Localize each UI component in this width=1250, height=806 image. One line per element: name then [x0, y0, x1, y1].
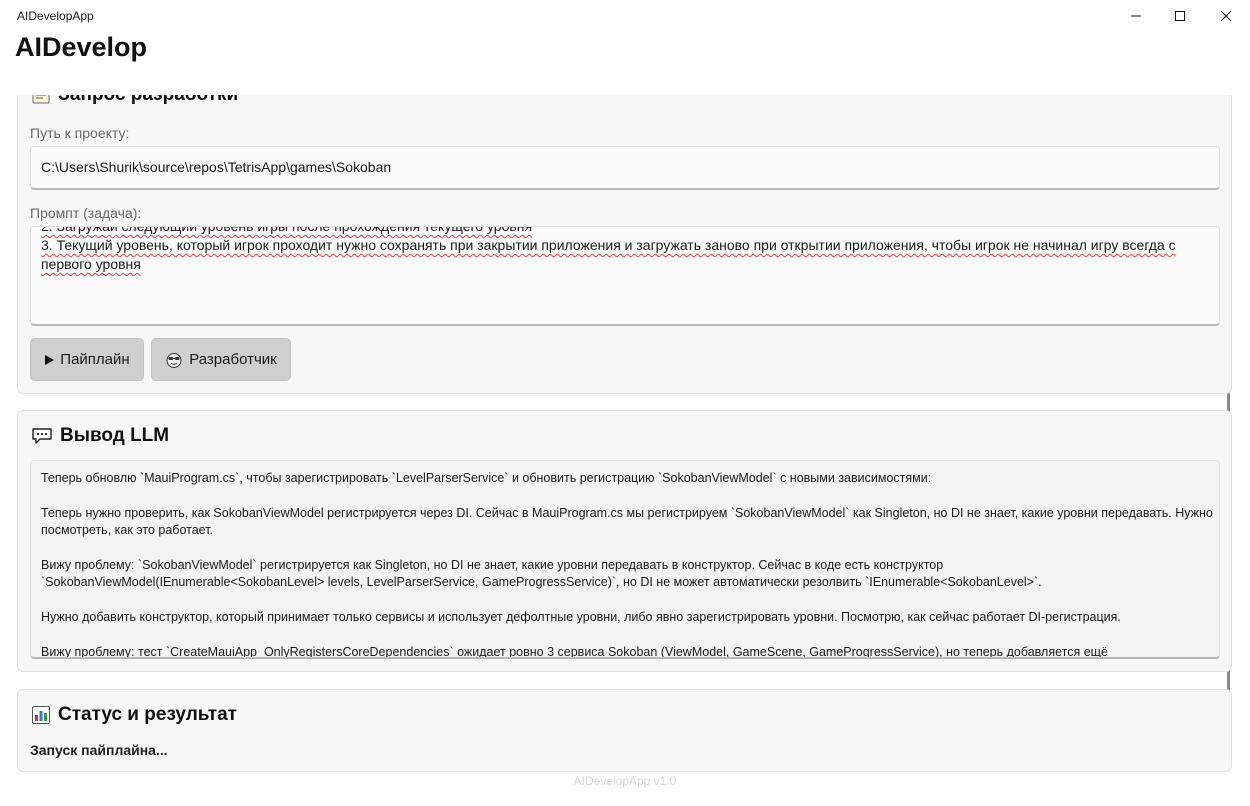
- version-footer: AIDevelopApp v1.0: [573, 774, 677, 788]
- maximize-icon: [1175, 11, 1185, 21]
- pipeline-button[interactable]: Пайплайн: [30, 338, 144, 381]
- speech-bubble-icon: [31, 427, 53, 445]
- status-text: Запуск пайплайна...: [30, 742, 168, 758]
- llm-output-box[interactable]: Теперь обновлю `MauiProgram.cs`, чтобы з…: [30, 460, 1220, 659]
- developer-button-label: Разработчик: [189, 351, 277, 368]
- play-icon: [44, 354, 55, 366]
- main-scroll-area[interactable]: Запрос разработки Путь к проекту: C:\Use…: [0, 95, 1250, 806]
- bar-chart-icon: [31, 705, 51, 725]
- llm-panel-title: Вывод LLM: [60, 425, 170, 446]
- memo-icon: [31, 95, 51, 105]
- prompt-textarea[interactable]: 2. Загружай следующий уровень игры после…: [30, 226, 1220, 326]
- project-path-input[interactable]: C:\Users\Shurik\source\repos\TetrisApp\g…: [30, 146, 1220, 190]
- prompt-label: Промпт (задача):: [30, 205, 142, 221]
- window-titlebar: AIDevelopApp: [0, 0, 1250, 32]
- status-panel: Статус и результат Запуск пайплайна...: [17, 689, 1232, 772]
- project-path-value: C:\Users\Shurik\source\repos\TetrisApp\g…: [41, 159, 392, 175]
- request-panel-header: Запрос разработки: [31, 95, 238, 106]
- close-button[interactable]: [1203, 0, 1249, 32]
- developer-icon: [165, 351, 183, 369]
- window-title: AIDevelopApp: [17, 9, 94, 23]
- status-panel-header: Статус и результат: [31, 704, 237, 726]
- app-title: AIDevelop: [15, 32, 148, 62]
- pipeline-button-label: Пайплайн: [60, 351, 130, 368]
- llm-output-paragraph: Вижу проблему: `SokobanViewModel` регист…: [41, 558, 1042, 589]
- request-panel: Запрос разработки Путь к проекту: C:\Use…: [17, 95, 1232, 394]
- request-panel-title: Запрос разработки: [58, 95, 238, 106]
- llm-output-paragraph: Теперь обновлю `MauiProgram.cs`, чтобы з…: [41, 471, 932, 485]
- llm-output-paragraph: Вижу проблему: тест `CreateMauiApp_OnlyR…: [41, 645, 1108, 659]
- minimize-button[interactable]: [1113, 0, 1159, 32]
- path-label: Путь к проекту:: [30, 125, 130, 141]
- prompt-line: 2. Загружай следующий уровень игры после…: [41, 226, 533, 234]
- llm-output-paragraph: Нужно добавить конструктор, который прин…: [41, 610, 1121, 624]
- prompt-line: 3. Текущий уровень, который игрок проход…: [41, 237, 1176, 272]
- prompt-text: 2. Загружай следующий уровень игры после…: [41, 226, 1211, 274]
- close-icon: [1220, 10, 1232, 22]
- llm-panel-header: Вывод LLM: [31, 425, 169, 447]
- minimize-icon: [1131, 15, 1141, 17]
- developer-button[interactable]: Разработчик: [151, 338, 291, 381]
- llm-output-paragraph: Теперь нужно проверить, как SokobanViewM…: [41, 506, 1213, 537]
- llm-output-text: Теперь обновлю `MauiProgram.cs`, чтобы з…: [41, 470, 1213, 659]
- status-panel-title: Статус и результат: [58, 704, 237, 725]
- maximize-button[interactable]: [1157, 0, 1203, 32]
- llm-panel: Вывод LLM Теперь обновлю `MauiProgram.cs…: [17, 410, 1232, 672]
